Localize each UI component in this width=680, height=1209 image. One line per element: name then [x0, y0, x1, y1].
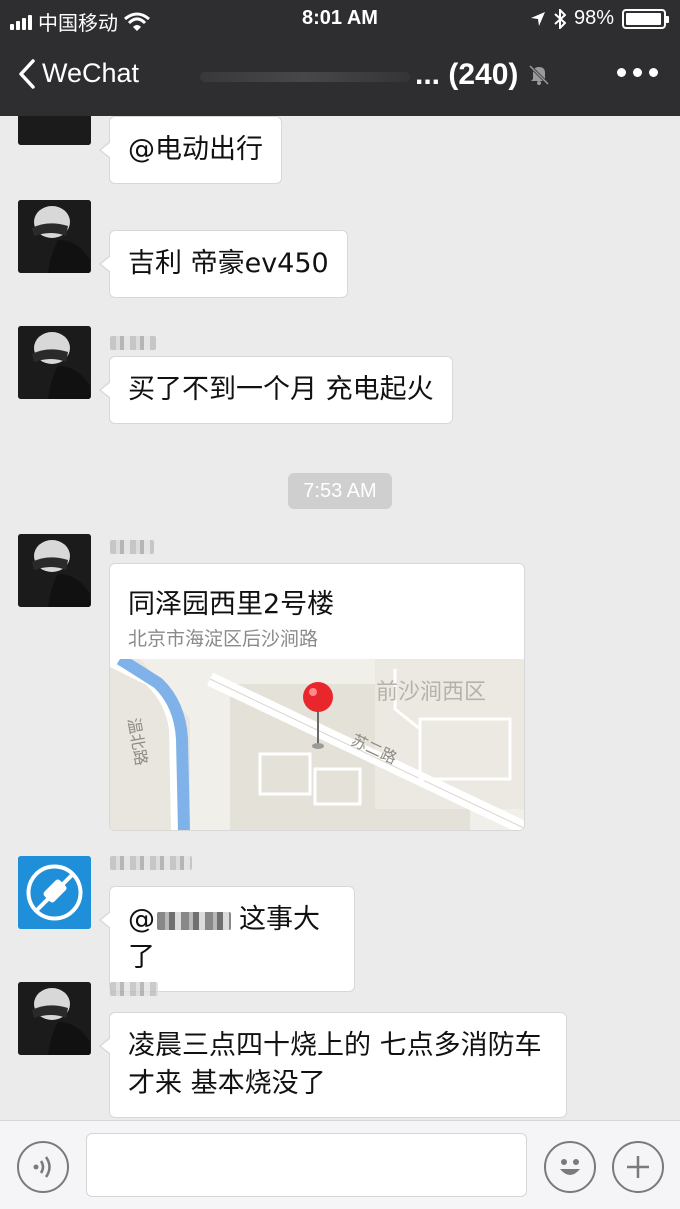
bluetooth-icon — [554, 8, 566, 29]
mention-prefix: @ — [128, 904, 155, 935]
more-icon[interactable] — [617, 68, 658, 77]
message-list[interactable]: @电动出行 吉利 帝豪ev450 买了不到一个月 充电起火 7:53 AM 同泽… — [0, 116, 680, 1120]
avatar[interactable] — [18, 326, 91, 399]
location-map[interactable]: 前沙涧西区 苏二路 温北路 — [110, 659, 524, 830]
avatar[interactable] — [18, 856, 91, 929]
back-label: WeChat — [42, 58, 140, 88]
message-text: 凌晨三点四十烧上的 七点多消防车才来 基本烧没了 — [128, 1030, 542, 1099]
message-bubble[interactable]: @ 这事大了 — [99, 886, 355, 992]
back-button[interactable]: WeChat — [18, 58, 139, 89]
map-district-label: 前沙涧西区 — [376, 680, 486, 705]
chevron-left-icon — [19, 58, 35, 89]
sender-name-blurred — [110, 540, 154, 554]
location-card[interactable]: 同泽园西里2号楼 北京市海淀区后沙涧路 前沙涧西区 苏二路 温北路 — [109, 563, 525, 831]
message-bubble[interactable]: 凌晨三点四十烧上的 七点多消防车才来 基本烧没了 — [99, 1012, 567, 1118]
mention-name-blurred — [157, 911, 231, 930]
status-bar: 中国移动 8:01 AM 98% — [0, 0, 680, 38]
chat-header: WeChat ... (240) — [0, 38, 680, 116]
message-bubble[interactable]: @电动出行 — [99, 116, 282, 184]
battery-icon — [622, 8, 669, 29]
emoji-icon[interactable] — [544, 1141, 596, 1193]
timestamp: 7:53 AM — [288, 473, 392, 509]
message-text: @电动出行 — [128, 134, 263, 165]
location-title: 同泽园西里2号楼 — [128, 589, 335, 620]
battery-percent: 98% — [573, 7, 614, 29]
avatar[interactable] — [18, 116, 91, 145]
battery-fill — [626, 12, 662, 25]
avatar[interactable] — [18, 982, 91, 1055]
message-input[interactable] — [86, 1133, 527, 1197]
location-icon — [530, 11, 545, 26]
message-bubble[interactable]: 买了不到一个月 充电起火 — [99, 356, 453, 424]
mute-icon — [529, 64, 550, 86]
message-text: 买了不到一个月 充电起火 — [128, 374, 434, 405]
message-bubble[interactable]: 吉利 帝豪ev450 — [99, 230, 348, 298]
sender-name-blurred — [110, 856, 192, 870]
sender-name-blurred — [110, 336, 156, 350]
message-text: 吉利 帝豪ev450 — [128, 248, 329, 279]
chat-title[interactable]: ... (240) — [415, 58, 550, 92]
plus-icon[interactable] — [612, 1141, 664, 1193]
input-bar — [0, 1120, 680, 1209]
group-name-blurred — [200, 72, 410, 82]
location-address: 北京市海淀区后沙涧路 — [128, 628, 319, 650]
avatar[interactable] — [18, 534, 91, 607]
chat-title-text: ... (240) — [415, 58, 519, 91]
avatar[interactable] — [18, 200, 91, 273]
voice-icon[interactable] — [17, 1141, 69, 1193]
sender-name-blurred — [110, 982, 158, 996]
status-right: 98% — [530, 7, 669, 30]
